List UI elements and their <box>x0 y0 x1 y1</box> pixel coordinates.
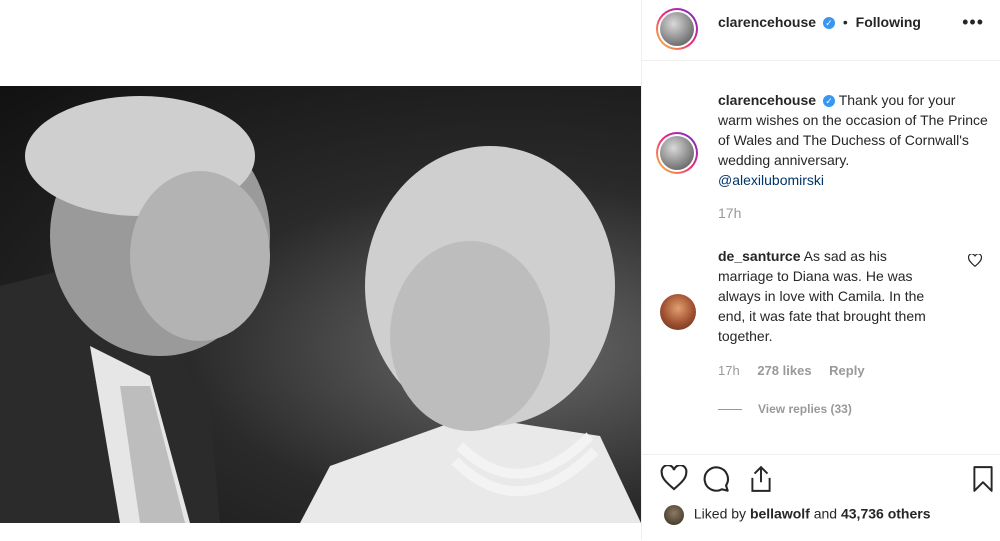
verified-icon: ✓ <box>822 17 835 30</box>
follow-status-button[interactable]: Following <box>856 14 921 30</box>
post-photo[interactable] <box>0 86 641 523</box>
view-replies-label: View replies (33) <box>758 402 852 416</box>
caption-avatar[interactable] <box>656 132 698 174</box>
likes-joiner: and <box>813 505 838 522</box>
likes-others-count[interactable]: 43,736 others <box>841 506 931 522</box>
comment-meta: 17h 278 likes Reply <box>718 363 879 378</box>
post-caption: clarencehouse ✓ Thank you for your warm w… <box>718 90 988 190</box>
comment-reply-button[interactable]: Reply <box>829 363 864 378</box>
likes-prefix: Liked by <box>693 505 747 522</box>
like-heart-icon[interactable] <box>660 464 688 493</box>
comment-avatar[interactable] <box>660 294 696 330</box>
share-icon[interactable] <box>748 465 776 493</box>
caption-username[interactable]: clarencehouse <box>718 92 816 108</box>
comment-like-heart-icon[interactable] <box>967 253 983 270</box>
profile-avatar[interactable] <box>656 8 698 50</box>
comment-likes-count[interactable]: 278 likes <box>757 363 811 378</box>
liker-username[interactable]: bellawolf <box>750 506 810 522</box>
photo-illustration <box>0 96 641 523</box>
comment-username[interactable]: de_santurce <box>718 248 800 264</box>
post-header: clarencehouse ✓ • Following ••• <box>642 0 1000 61</box>
replies-dash <box>718 409 742 411</box>
bookmark-icon[interactable] <box>972 465 1000 493</box>
comment-timestamp[interactable]: 17h <box>718 363 740 378</box>
more-options-icon[interactable]: ••• <box>962 12 984 33</box>
post-actions-bar: Liked by bellawolf and 43,736 others <box>642 454 1000 541</box>
media-pane <box>0 0 641 540</box>
likes-summary: Liked by bellawolf and 43,736 others <box>664 505 930 525</box>
view-replies-button[interactable]: View replies (33) <box>718 402 852 416</box>
comment-bubble-icon[interactable] <box>702 465 730 493</box>
bullet-separator: • <box>842 14 848 30</box>
liker-avatar[interactable] <box>664 505 684 525</box>
post-sidebar: clarencehouse ✓ • Following ••• clarence… <box>642 0 1000 540</box>
caption-timestamp[interactable]: 17h <box>718 205 741 221</box>
comment-body: de_santurce As sad as his marriage to Di… <box>718 246 938 346</box>
verified-icon: ✓ <box>823 95 836 108</box>
caption-mention-link[interactable]: @alexilubomirski <box>718 172 824 188</box>
header-user: clarencehouse ✓ • Following <box>718 14 921 30</box>
header-username[interactable]: clarencehouse <box>718 14 816 30</box>
